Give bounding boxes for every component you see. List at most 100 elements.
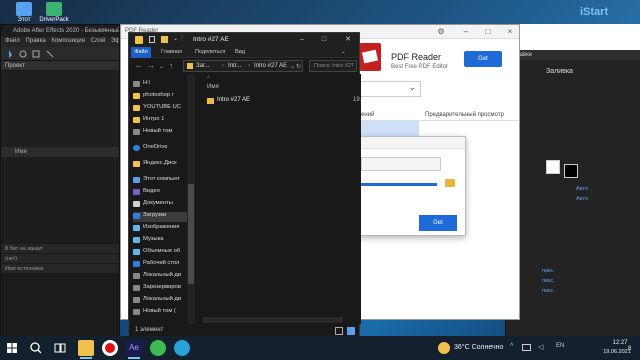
nav-item[interactable]: Музыка [133,236,195,246]
settings-icon[interactable]: ⚙ [434,26,448,37]
pixel-value-1[interactable]: пикс. [542,268,555,274]
chrome-icon[interactable] [150,340,166,356]
tab-share[interactable]: Поделиться [195,49,225,55]
nav-item[interactable]: H:\ [133,80,195,90]
auto-value-2[interactable]: Авто [576,196,588,202]
nav-item[interactable]: Новый том [133,128,195,138]
auto-value-1[interactable]: Авто [576,186,588,192]
notification-badge[interactable]: 8 [628,346,631,352]
telegram-icon[interactable] [174,340,190,356]
minimize-button[interactable]: – [459,26,473,37]
task-view-icon[interactable] [52,340,68,356]
maximize-button[interactable]: □ [481,26,495,37]
tab-home[interactable]: Главная [161,49,182,55]
nav-scrollbar[interactable] [187,74,195,324]
nav-item[interactable]: Зарезервиров [133,284,195,294]
recent-dropdown-icon[interactable]: ⌄ [159,63,164,70]
nav-item[interactable]: Загрузки [133,212,195,222]
qat-dropdown-icon[interactable]: ⌄ [173,35,178,42]
nav-item[interactable]: photoshop r [133,92,195,102]
weather-widget[interactable]: 36°C Солнечно [454,344,503,351]
bit-depth-label[interactable]: 8 бит на канал [1,243,119,253]
start-icon[interactable] [4,340,20,356]
path-input[interactable] [361,157,441,171]
column-name-header[interactable]: Имя [207,84,219,90]
fill-swatch[interactable] [546,160,560,174]
tab-files[interactable]: ений [361,112,374,118]
nav-item-label: Зарезервиров [143,284,181,290]
nav-item[interactable]: Изображения [133,224,195,234]
menu-file[interactable]: Файл [5,38,20,44]
tab-file[interactable]: Файл [131,47,151,58]
tray-expand-icon[interactable]: ^ [510,343,513,350]
nav-item[interactable]: Локальный ди [133,296,195,306]
nav-item[interactable]: Новый том ( [133,308,195,318]
menu-edit[interactable]: Правка [25,38,45,44]
address-dropdown-icon[interactable]: ⌄ [290,63,295,70]
fill-label[interactable]: Заливка [546,68,573,75]
clock-time[interactable]: 12:27 [610,340,630,346]
scrollbar-thumb[interactable] [188,184,194,284]
search-input[interactable]: Поиск: Intro #27 AE [314,63,354,69]
breadcrumb-item[interactable]: Intro #27 AE [254,63,287,69]
tab-preview[interactable]: Предварительный просмотр [425,112,504,118]
breadcrumb-item[interactable]: Intr... [228,63,241,69]
address-bar[interactable]: Заг... › Intr... › Intro #27 AE ⌄ ↻ [183,60,303,72]
get-button[interactable]: Get [464,51,502,67]
back-icon[interactable]: ← [135,61,143,70]
stroke-swatch[interactable] [564,164,578,178]
file-row[interactable]: Intro #27 AE 19. [203,96,361,106]
ribbon-expand-icon[interactable]: ⌄ [341,49,346,55]
timeline-tab[interactable]: (нет) [1,253,119,263]
source-name-col[interactable]: Имя источника [1,263,119,273]
minimize-button[interactable]: – [297,35,307,45]
breadcrumb-item[interactable]: Заг... [196,63,209,69]
menu-composition[interactable]: Композиция [51,38,85,44]
project-col-name[interactable]: Имя [1,147,119,157]
record-icon[interactable] [102,340,118,356]
nav-item[interactable]: Видео [133,188,195,198]
up-icon[interactable]: ↑ [169,61,173,70]
tiles-view-icon[interactable] [347,327,355,335]
new-folder-icon[interactable] [161,36,168,43]
project-preview [1,71,119,147]
nav-item-label: Документы [143,200,173,206]
refresh-icon[interactable]: ↻ [296,63,301,70]
volume-icon[interactable]: ◁ [538,343,543,351]
nav-item[interactable]: YOUTUBE UC [133,104,195,114]
search-icon[interactable] [28,340,44,356]
tool-icons[interactable] [1,47,121,61]
horizontal-scrollbar[interactable] [203,317,343,323]
menu-effects[interactable]: Эф [111,38,119,44]
close-button[interactable]: ✕ [343,35,353,45]
dropdown-select[interactable] [359,81,421,97]
nav-item[interactable]: Объемные об [133,248,195,258]
network-icon[interactable] [522,344,531,351]
menu-layer[interactable]: Слой [91,38,106,44]
nav-item[interactable]: Этот компьют [133,176,195,186]
pixel-value-2[interactable]: пикс. [542,278,555,284]
pixel-value-3[interactable]: пикс. [542,288,555,294]
after-effects-icon[interactable]: Ae [126,340,142,359]
details-view-icon[interactable] [335,327,343,335]
close-button[interactable]: × [503,26,517,37]
nav-item[interactable]: Яндекс.Диск [133,160,195,170]
project-panel-tab[interactable]: Проект [1,61,119,71]
file-explorer-icon[interactable] [78,340,94,359]
istart-logo[interactable]: iStart [580,6,608,18]
nav-item[interactable]: Рабочий стол [133,260,195,270]
nav-item[interactable]: OneDrive [133,144,195,154]
properties-icon[interactable] [149,36,155,43]
maximize-button[interactable]: □ [319,35,329,45]
folder-icon[interactable] [445,179,455,187]
nav-item[interactable]: Локальный ди [133,272,195,282]
nav-item[interactable]: Интро 1 [133,116,195,126]
keyboard-language-icon[interactable]: EN [556,343,564,349]
dialog-get-button[interactable]: Get [419,215,457,231]
taskbar: Ae 36°C Солнечно ^ ◁ EN 12:27 19.06.2021… [0,336,640,360]
tab-view[interactable]: Вид [235,49,245,55]
forward-icon[interactable]: → [147,61,155,70]
nav-item[interactable]: Документы [133,200,195,210]
search-box[interactable]: Поиск: Intro #27 AE [309,60,357,72]
desktop-icon-driverpack[interactable]: DriverPack [34,2,74,23]
